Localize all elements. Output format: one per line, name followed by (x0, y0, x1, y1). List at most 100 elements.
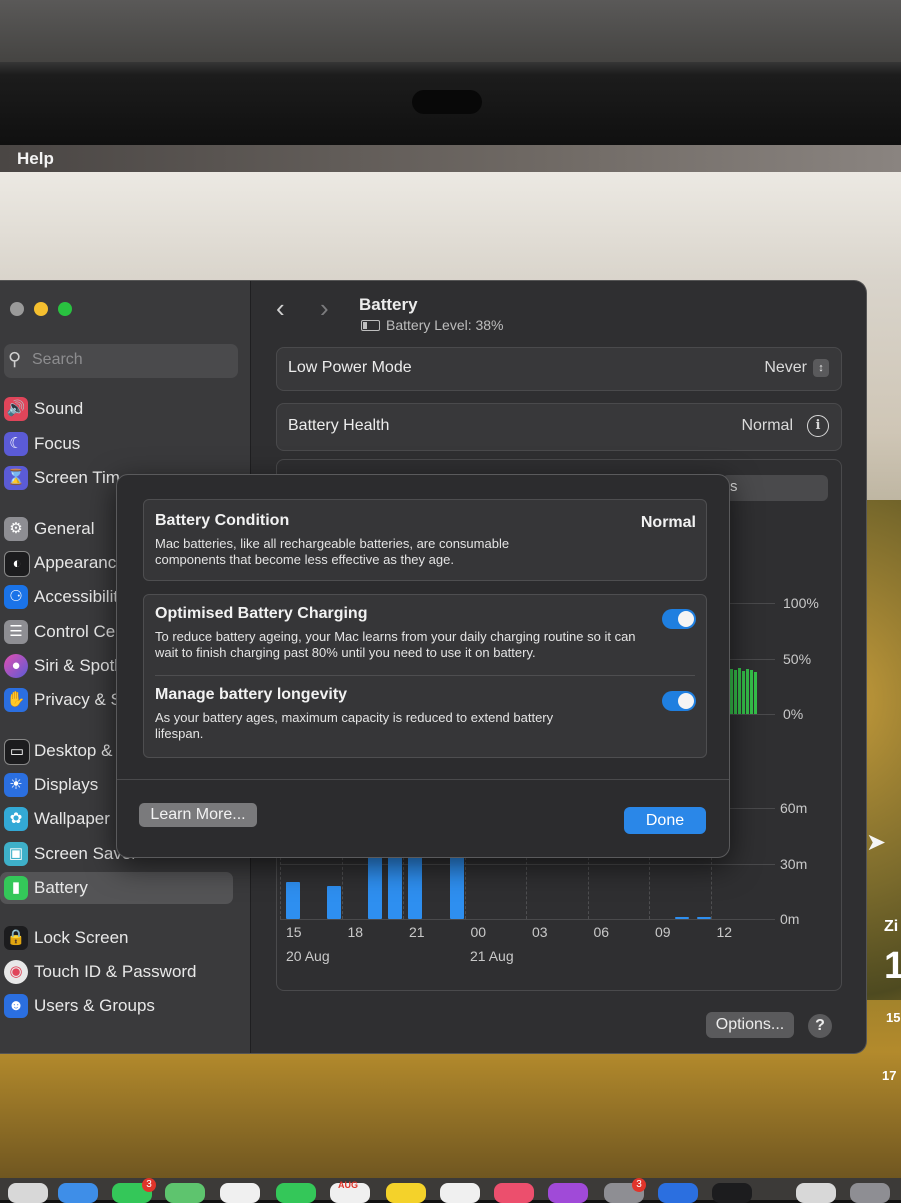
dock: 3 AUG 3 (0, 1178, 901, 1203)
y-tick-label: 0% (783, 706, 804, 722)
x-tick-label: 18 (347, 924, 364, 940)
battery-condition-value: Normal (640, 514, 696, 531)
bezel-top (0, 0, 901, 62)
y-tick-label: 60m (780, 800, 808, 816)
notes-icon[interactable] (386, 1183, 426, 1203)
control-center-icon: ☰ (4, 620, 28, 644)
finder-icon[interactable] (796, 1183, 836, 1203)
battery-longevity-title: Manage battery longevity (155, 686, 348, 703)
mouse-pointer-icon: ➤ (866, 829, 887, 856)
flower-icon: ✿ (4, 807, 28, 831)
low-power-mode-label: Low Power Mode (288, 359, 412, 376)
screensaver-icon: ▣ (4, 842, 28, 866)
search-placeholder: Search (32, 351, 83, 368)
reminders-icon[interactable] (440, 1183, 480, 1203)
sidebar-item-label: Focus (34, 434, 81, 453)
sidebar-item-label: Wallpaper (34, 809, 110, 828)
dock-badge: 3 (142, 1178, 156, 1192)
back-button[interactable]: ‹ (276, 293, 285, 324)
battery-level-icon (361, 320, 380, 331)
sidebar-item-label: Appearanc (34, 553, 117, 572)
battery-level-text: Battery Level: 38% (386, 317, 504, 333)
done-button[interactable]: Done (624, 807, 706, 834)
battery-longevity-toggle[interactable] (662, 691, 696, 711)
usage-bar (675, 917, 689, 919)
battery-level-subtitle: Battery Level: 38% (361, 317, 504, 333)
photos-icon[interactable] (220, 1183, 260, 1203)
lock-icon: 🔒 (4, 926, 28, 950)
x-tick-label: 09 (655, 924, 671, 940)
battery-level-bar (730, 669, 733, 714)
x-tick-label: 15 (286, 924, 302, 940)
sidebar-item-label: General (34, 519, 95, 538)
facetime-icon[interactable] (276, 1183, 316, 1203)
sidebar-item-focus[interactable]: ☾ Focus (0, 428, 240, 460)
low-power-mode-value: Never (764, 359, 807, 376)
zoom-window-button[interactable] (58, 302, 72, 316)
sun-icon: ☀ (4, 773, 28, 797)
sidebar-item-label: Screen Tim (34, 468, 120, 487)
sidebar-item-label: Displays (34, 775, 99, 794)
speaker-icon: 🔊 (4, 397, 28, 421)
battery-longevity-description: As your battery ages, maximum capacity i… (155, 710, 554, 741)
podcasts-icon[interactable] (548, 1183, 588, 1203)
moon-icon: ☾ (4, 432, 28, 456)
menu-bar: Help (0, 145, 901, 172)
y-tick-label: 100% (783, 595, 819, 611)
battery-condition-title: Battery Condition (155, 512, 290, 529)
battery-level-bar (738, 668, 741, 714)
calendar-month: AUG (338, 1180, 358, 1190)
gridline (280, 864, 775, 865)
battery-level-bar (734, 670, 737, 714)
music-icon[interactable] (494, 1183, 534, 1203)
sidebar-item-label: Users & Groups (34, 996, 155, 1015)
battery-health-label: Battery Health (288, 417, 390, 434)
sidebar-item-lock-screen[interactable]: 🔒 Lock Screen (0, 922, 240, 954)
y-tick-label: 50% (783, 651, 812, 667)
sidebar-item-label: Desktop & (34, 741, 113, 760)
sidebar-item-touch-id[interactable]: ◉ Touch ID & Password (0, 956, 240, 988)
widget-text-b: 1 (884, 945, 901, 987)
info-icon[interactable]: i (807, 415, 829, 437)
forward-button[interactable]: › (320, 293, 329, 324)
terminal-icon[interactable] (712, 1183, 752, 1203)
widget-text-c: 15 (886, 1010, 901, 1025)
x-tick-label: 21 (409, 924, 425, 940)
hand-icon: ✋ (4, 688, 28, 712)
optimised-charging-toggle[interactable] (662, 609, 696, 629)
learn-more-button[interactable]: Learn More... (139, 803, 257, 827)
camera-notch (412, 90, 482, 114)
app-store-icon[interactable] (658, 1183, 698, 1203)
optimised-charging-description: To reduce battery ageing, your Mac learn… (155, 629, 636, 660)
search-field[interactable]: ⚲ Search (4, 344, 238, 378)
low-power-mode-select[interactable]: Never ↕ (764, 359, 829, 377)
options-button[interactable]: Options... (706, 1012, 794, 1038)
menu-help[interactable]: Help (17, 149, 54, 169)
sidebar-item-label: Touch ID & Password (34, 962, 197, 981)
launchpad-icon[interactable] (8, 1183, 48, 1203)
x-tick-label: 06 (593, 924, 610, 940)
sidebar-item-users[interactable]: ☻ Users & Groups (0, 990, 240, 1022)
battery-level-bar (746, 669, 749, 714)
battery-level-bar (750, 670, 753, 714)
search-icon: ⚲ (8, 349, 22, 369)
battery-level-bar (754, 672, 757, 714)
y-tick-label: 0m (780, 911, 800, 927)
battery-level-bar (742, 671, 745, 714)
trash-icon[interactable] (850, 1183, 890, 1203)
date-label: 21 Aug (470, 948, 514, 964)
sidebar-item-sound[interactable]: 🔊 Sound (0, 393, 240, 425)
battery-health-dialog: Battery Condition Normal Mac batteries, … (116, 474, 730, 858)
maps-icon[interactable] (165, 1183, 205, 1203)
close-window-button[interactable] (10, 302, 24, 316)
accessibility-icon: ⚆ (4, 585, 28, 609)
dialog-separator (117, 779, 729, 780)
up-down-chevron-icon: ↕ (813, 359, 829, 377)
safari-icon[interactable] (58, 1183, 98, 1203)
sidebar-item-battery[interactable]: ▮ Battery (0, 872, 233, 904)
minimize-window-button[interactable] (34, 302, 48, 316)
optimised-charging-title: Optimised Battery Charging (155, 605, 368, 622)
sidebar-item-label: Lock Screen (34, 928, 129, 947)
gridline (280, 919, 775, 920)
help-button[interactable]: ? (808, 1014, 832, 1038)
